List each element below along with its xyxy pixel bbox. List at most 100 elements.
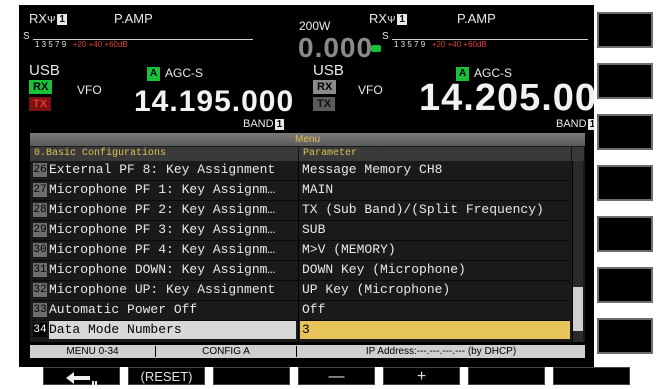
menu-row-number: 30 [33, 243, 47, 257]
menu-row-number: 34 [33, 323, 47, 337]
menu-param-header: Parameter [299, 147, 572, 161]
minus-button[interactable]: — [298, 367, 375, 385]
menu-row-parameter[interactable]: SUB [300, 221, 570, 239]
menu-row-number: 26 [33, 163, 47, 177]
main-rx-number: 1 [57, 14, 67, 25]
menu-scroll-thumb[interactable] [573, 287, 583, 331]
sub-s-meter-numbers: 1 3 5 7 9 +20 +40 +60dB [394, 40, 487, 49]
menu-group-header: 0.Basic Configurations [30, 147, 299, 161]
sub-pamp-label: P.AMP [457, 11, 496, 26]
menu-row-parameter[interactable]: Off [300, 301, 570, 319]
menu-row[interactable]: 29 Microphone PF 3: Key Assignm… SUB [30, 221, 570, 239]
main-agc-label: AGC-S [165, 66, 204, 80]
radio-display: RXΨ 1 P.AMP S 1 3 5 7 9 +20 +40 +60dB USB… [19, 5, 594, 367]
main-agc-a-badge: A [147, 67, 161, 81]
back-button[interactable] [43, 367, 120, 385]
sub-band-number: 1 [587, 119, 594, 130]
menu-row-number: 32 [33, 283, 47, 297]
softkey-1[interactable] [597, 12, 653, 48]
power-meter-value: 0.000 [298, 32, 374, 63]
softkey-4[interactable] [597, 165, 653, 201]
menu-row[interactable]: 28 Microphone PF 2: Key Assignm… TX (Sub B… [30, 201, 570, 219]
menu-row-number: 31 [33, 263, 47, 277]
menu-row-number: 27 [33, 183, 47, 197]
softkey-2[interactable] [597, 63, 653, 99]
menu-header-corner [572, 147, 585, 161]
menu-row[interactable]: 34 Data Mode Numbers 3 [30, 321, 570, 339]
menu-row-name: External PF 8: Key Assignment [49, 162, 276, 177]
main-scale-numbers: 1 3 5 7 9 [35, 40, 67, 49]
menu-row[interactable]: 26 External PF 8: Key Assignment Message M… [30, 161, 570, 179]
softkey-5[interactable] [597, 216, 653, 252]
main-vfo-label: VFO [77, 83, 102, 97]
sub-tx-badge: TX [313, 97, 336, 111]
sub-frequency[interactable]: 14.205.000 [419, 77, 594, 120]
power-indicator-icon [371, 45, 381, 52]
function-key-7[interactable] [553, 367, 630, 385]
antenna-icon: Ψ [47, 15, 56, 26]
menu-row-name: Microphone UP: Key Assignment [49, 282, 276, 297]
return-arrow-icon [65, 371, 97, 385]
sub-rx-label: RX [369, 11, 388, 26]
status-bar: MENU 0-34 CONFIG A IP Address:---.---.--… [30, 345, 585, 358]
power-watts: 200W [299, 19, 331, 33]
plus-button[interactable]: + [383, 367, 460, 385]
main-band-indicator: BAND 1 [243, 118, 285, 130]
menu-row[interactable]: 32 Microphone UP: Key Assignment UP Key (M… [30, 281, 570, 299]
status-ip-address: IP Address:---.---.---.--- (by DHCP) [365, 346, 517, 357]
sub-scale-numbers: 1 3 5 7 9 [394, 40, 426, 49]
main-rx-label: RX [29, 11, 48, 26]
menu-scrollbar[interactable] [572, 161, 583, 342]
sub-vfo-label: VFO [358, 83, 383, 97]
main-scale-red: +20 +40 +60dB [72, 40, 128, 49]
main-pamp-label: P.AMP [114, 11, 153, 26]
menu-row-parameter[interactable]: MAIN [300, 181, 570, 199]
softkey-7[interactable] [597, 318, 653, 354]
menu-row-parameter[interactable]: Message Memory CH8 [300, 161, 570, 179]
function-key-6[interactable] [468, 367, 545, 385]
function-key-3[interactable] [213, 367, 290, 385]
main-s-meter: S 1 3 5 7 9 +20 +40 +60dB [23, 31, 253, 49]
menu-row[interactable]: 27 Microphone PF 1: Key Assignm… MAIN [30, 181, 570, 199]
status-menu-id: MENU 0-34 [66, 346, 119, 357]
softkey-3[interactable] [597, 114, 653, 150]
menu-row-number: 28 [33, 203, 47, 217]
menu-row[interactable]: 33 Automatic Power Off Off [30, 301, 570, 319]
main-band-label: BAND [243, 118, 274, 130]
status-config: CONFIG A [202, 346, 250, 357]
main-frequency[interactable]: 14.195.000 [134, 85, 294, 119]
menu-row-parameter[interactable]: 3 [300, 321, 570, 339]
menu-row-number: 33 [33, 303, 47, 317]
main-rx-badge: RX [29, 80, 53, 94]
main-s-label: S [23, 31, 30, 42]
sub-scale-red: +20 +40 +60dB [431, 40, 487, 49]
menu-column-divider [298, 161, 299, 342]
menu-row-name: Microphone PF 3: Key Assignm… [49, 222, 276, 237]
main-mode: USB [29, 62, 60, 79]
sub-rx-badge: RX [313, 80, 337, 94]
sub-s-label: S [382, 31, 389, 42]
menu-row-name: Microphone PF 4: Key Assignm… [49, 242, 276, 257]
menu-row-number: 29 [33, 223, 47, 237]
menu-row-name: Automatic Power Off [49, 302, 198, 317]
menu-row-parameter[interactable]: TX (Sub Band)/(Split Frequency) [300, 201, 570, 219]
softkey-6[interactable] [597, 267, 653, 303]
sub-band-label: BAND [556, 118, 587, 130]
main-band-number: 1 [274, 119, 285, 130]
menu-row[interactable]: 31 Microphone DOWN: Key Assignm… DOWN Key … [30, 261, 570, 279]
antenna-icon: Ψ [387, 15, 396, 26]
sub-rx-indicator: RXΨ 1 [369, 11, 407, 26]
menu-title: Menu [30, 133, 585, 146]
sub-band-indicator: BAND 1 [556, 118, 594, 130]
menu-row-name: Microphone PF 1: Key Assignm… [49, 182, 276, 197]
sub-s-meter: S 1 3 5 7 9 +20 +40 +60dB [382, 31, 588, 49]
menu-row-parameter[interactable]: DOWN Key (Microphone) [300, 261, 570, 279]
menu-panel: Menu 0.Basic Configurations Parameter 26… [30, 133, 585, 342]
reset-button[interactable]: (RESET) [128, 367, 205, 385]
menu-row[interactable]: 30 Microphone PF 4: Key Assignm… M>V (MEMO… [30, 241, 570, 259]
sub-rx-number: 1 [397, 14, 407, 25]
menu-row-parameter[interactable]: UP Key (Microphone) [300, 281, 570, 299]
sub-mode: USB [313, 62, 344, 79]
menu-row-parameter[interactable]: M>V (MEMORY) [300, 241, 570, 259]
menu-row-name: Microphone DOWN: Key Assignm… [49, 262, 276, 277]
